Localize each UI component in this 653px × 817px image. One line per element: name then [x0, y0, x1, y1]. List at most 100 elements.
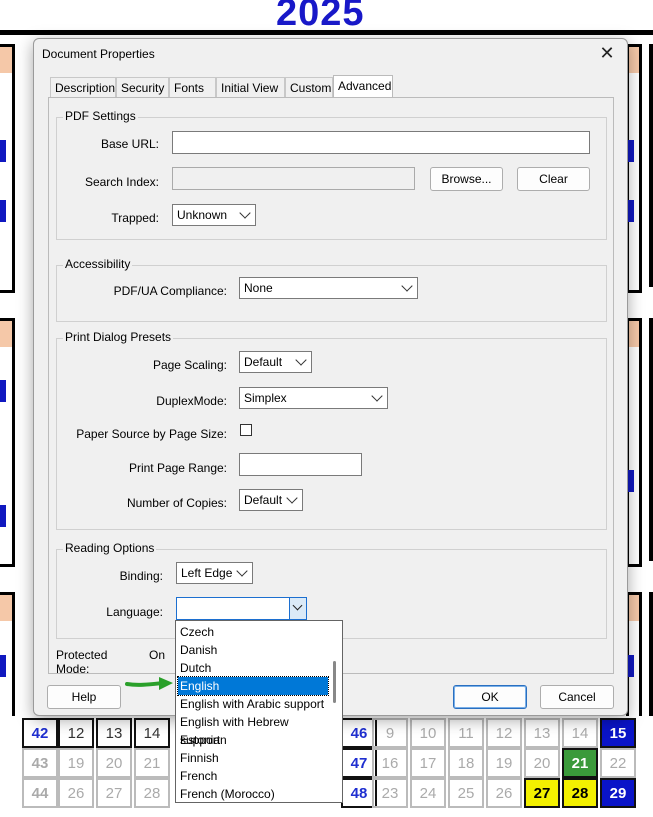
- language-option[interactable]: Danish: [178, 641, 328, 659]
- arrow-icon: [125, 677, 173, 690]
- language-option[interactable]: Czech: [178, 623, 328, 641]
- close-icon[interactable]: ✕: [597, 43, 617, 64]
- chevron-down-icon: [286, 492, 298, 504]
- language-dropdown-button[interactable]: [289, 598, 306, 619]
- day-cell: 14: [562, 718, 598, 748]
- pdf-settings-heading: PDF Settings: [63, 109, 138, 123]
- calendar-block-left-2: [0, 318, 15, 567]
- chevron-down-icon: [239, 207, 251, 219]
- cancel-button[interactable]: Cancel: [540, 685, 614, 709]
- week-marker: [0, 380, 6, 402]
- language-options-list[interactable]: Czech Danish Dutch English English with …: [175, 620, 343, 803]
- dialog-titlebar[interactable]: Document Properties ✕: [34, 39, 627, 69]
- calendar-block-left-1: [0, 44, 15, 293]
- language-option[interactable]: English with Arabic support: [178, 695, 328, 713]
- day-cell: 16: [372, 748, 408, 778]
- day-cell: 13: [96, 718, 132, 748]
- language-label: Language:: [106, 605, 163, 619]
- tab-initial-view[interactable]: Initial View: [216, 77, 285, 97]
- paper-source-checkbox[interactable]: [240, 424, 252, 436]
- clear-button[interactable]: Clear: [517, 167, 590, 191]
- language-option[interactable]: English with Hebrew support: [178, 713, 328, 747]
- day-cell: 22: [600, 748, 636, 778]
- week-marker: [0, 200, 6, 222]
- language-option[interactable]: Finnish: [178, 749, 328, 767]
- chevron-down-icon: [401, 280, 413, 292]
- day-cell: 19: [58, 748, 94, 778]
- day-cell: 23: [372, 778, 408, 808]
- year-divider: [0, 30, 653, 35]
- language-option[interactable]: Dutch: [178, 659, 328, 677]
- day-cell: 29: [600, 778, 636, 808]
- copies-dropdown[interactable]: Default: [239, 489, 303, 511]
- tab-fonts[interactable]: Fonts: [169, 77, 216, 97]
- page-scaling-dropdown[interactable]: Default: [239, 351, 312, 373]
- binding-value: Left Edge: [181, 566, 233, 580]
- day-cell: 21: [134, 748, 170, 778]
- binding-dropdown[interactable]: Left Edge: [176, 562, 253, 584]
- week-marker: [0, 655, 6, 677]
- day-cell: 26: [486, 778, 522, 808]
- day-cell: 12: [486, 718, 522, 748]
- copies-label: Number of Copies:: [126, 496, 227, 510]
- trapped-dropdown[interactable]: Unknown: [172, 204, 256, 226]
- week-marker: [628, 470, 634, 492]
- language-option-selected[interactable]: English: [177, 676, 329, 696]
- day-cell: 15: [600, 718, 636, 748]
- day-cell: 20: [96, 748, 132, 778]
- day-cell: 11: [448, 718, 484, 748]
- tab-security[interactable]: Security: [116, 77, 169, 97]
- day-cell: 26: [58, 778, 94, 808]
- chevron-down-icon: [292, 600, 303, 611]
- day-cell: 25: [448, 778, 484, 808]
- browse-button[interactable]: Browse...: [430, 167, 503, 191]
- calendar-block-right-2: [626, 318, 642, 567]
- search-index-label: Search Index:: [84, 175, 159, 189]
- dialog-title: Document Properties: [42, 47, 155, 61]
- week-number: 44: [22, 778, 58, 808]
- reading-options-heading: Reading Options: [63, 541, 157, 555]
- day-cell: 14: [134, 718, 170, 748]
- print-range-input[interactable]: [239, 453, 362, 476]
- help-button[interactable]: Help: [47, 685, 121, 709]
- week-marker: [628, 200, 634, 222]
- pdfua-label: PDF/UA Compliance:: [113, 284, 227, 298]
- day-cell: 19: [486, 748, 522, 778]
- language-option[interactable]: French: [178, 767, 328, 785]
- list-scrollbar-thumb[interactable]: [333, 661, 336, 703]
- protected-mode-value: On: [149, 648, 166, 662]
- day-cell: 9: [372, 718, 408, 748]
- pdfua-dropdown[interactable]: None: [239, 277, 418, 299]
- copies-value: Default: [244, 493, 283, 507]
- duplex-label: DuplexMode:: [156, 394, 227, 408]
- search-index-field: [172, 167, 415, 190]
- day-cell: 28: [562, 778, 598, 808]
- paper-source-label: Paper Source by Page Size:: [76, 427, 227, 441]
- tab-custom[interactable]: Custom: [285, 77, 333, 97]
- accessibility-heading: Accessibility: [63, 257, 133, 271]
- tab-description[interactable]: Description: [50, 77, 116, 97]
- advanced-panel: PDF Settings Base URL: Search Index: Bro…: [48, 97, 614, 676]
- calendar-edge: [649, 44, 653, 287]
- base-url-label: Base URL:: [100, 137, 159, 151]
- week-number: 43: [22, 748, 58, 778]
- pdfua-value: None: [244, 281, 273, 295]
- language-dropdown[interactable]: [176, 597, 307, 620]
- calendar-edge: [649, 318, 653, 561]
- binding-label: Binding:: [119, 569, 163, 583]
- duplex-dropdown[interactable]: Simplex: [239, 387, 388, 409]
- day-cell: 27: [524, 778, 560, 808]
- document-properties-dialog: Document Properties ✕ Description Securi…: [33, 38, 628, 716]
- base-url-input[interactable]: [172, 131, 590, 154]
- ok-button[interactable]: OK: [453, 685, 527, 709]
- chevron-down-icon: [371, 390, 383, 402]
- tab-advanced[interactable]: Advanced: [333, 75, 393, 98]
- day-cell: 18: [448, 748, 484, 778]
- trapped-value: Unknown: [177, 208, 228, 222]
- week-marker: [0, 505, 6, 527]
- trapped-label: Trapped:: [111, 211, 159, 225]
- day-cell: 10: [410, 718, 446, 748]
- language-option[interactable]: Estonian: [178, 731, 328, 749]
- day-cell: 12: [58, 718, 94, 748]
- language-option[interactable]: French (Morocco): [178, 785, 328, 802]
